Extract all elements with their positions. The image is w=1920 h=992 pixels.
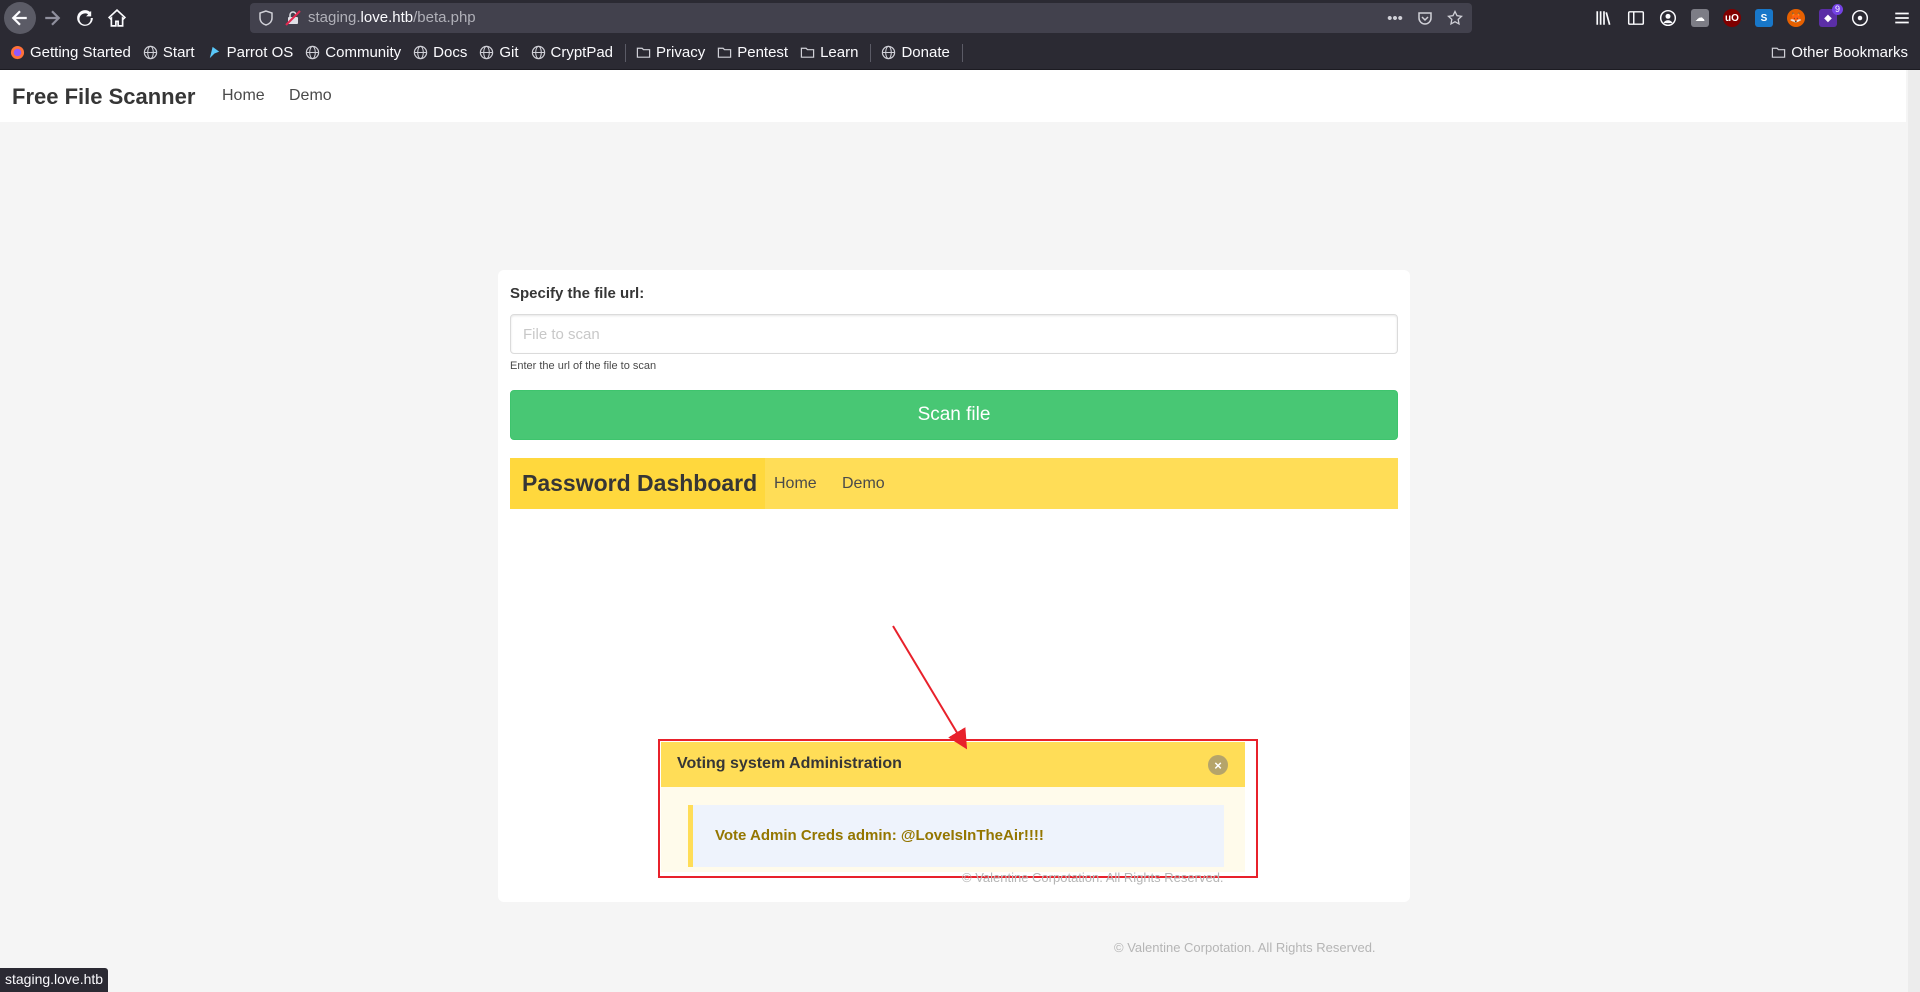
status-bar: staging.love.htb bbox=[0, 968, 109, 992]
url-domain: love.htb bbox=[360, 9, 414, 26]
extension-fox-icon[interactable]: 🦊 bbox=[1784, 6, 1808, 30]
bookmark-label: Learn bbox=[820, 44, 859, 61]
reload-icon bbox=[77, 10, 93, 26]
folder-icon bbox=[717, 45, 732, 60]
bookmark-star-icon[interactable] bbox=[1446, 8, 1464, 28]
browser-toolbar: staging.love.htb/beta.php ••• ☁ uO S 🦊 ◆… bbox=[0, 0, 1920, 36]
site-navbar: Free File Scanner Home Demo bbox=[0, 70, 1906, 122]
folder-icon bbox=[1771, 45, 1786, 60]
globe-icon bbox=[305, 45, 320, 60]
bookmark-label: CryptPad bbox=[550, 44, 614, 61]
globe-icon bbox=[413, 45, 428, 60]
bookmark-start[interactable]: Start bbox=[143, 44, 195, 61]
annotation-highlight-box bbox=[658, 739, 1258, 878]
password-dashboard-brand[interactable]: Password Dashboard bbox=[510, 458, 765, 509]
extension-cloud-icon[interactable]: ☁ bbox=[1688, 6, 1712, 30]
scanner-card: Specify the file url: Enter the url of t… bbox=[498, 270, 1410, 902]
globe-icon bbox=[881, 45, 896, 60]
firefox-icon bbox=[10, 45, 25, 60]
arrow-left-icon bbox=[11, 10, 27, 26]
bookmark-donate[interactable]: Donate bbox=[881, 44, 950, 61]
bookmark-label: Donate bbox=[901, 44, 950, 61]
bookmark-community[interactable]: Community bbox=[305, 44, 401, 61]
dashboard-demo-link[interactable]: Demo bbox=[842, 475, 885, 493]
file-url-help: Enter the url of the file to scan bbox=[510, 360, 657, 372]
url-bar[interactable]: staging.love.htb/beta.php ••• bbox=[250, 3, 1472, 33]
extension-settings-icon[interactable] bbox=[1848, 6, 1872, 30]
home-icon bbox=[108, 9, 126, 27]
folder-icon bbox=[800, 45, 815, 60]
bookmark-git[interactable]: Git bbox=[479, 44, 519, 61]
bookmark-label: Docs bbox=[433, 44, 468, 61]
url-subdomain: staging. bbox=[308, 9, 361, 26]
file-url-input[interactable] bbox=[510, 314, 1398, 354]
pocket-icon[interactable] bbox=[1416, 8, 1434, 28]
library-icon[interactable] bbox=[1592, 6, 1616, 30]
bookmark-separator bbox=[625, 43, 627, 62]
scan-file-button[interactable]: Scan file bbox=[510, 390, 1398, 440]
bookmark-label: Parrot OS bbox=[226, 44, 294, 61]
shield-icon[interactable] bbox=[258, 10, 274, 26]
url-text[interactable]: staging.love.htb/beta.php bbox=[308, 9, 476, 26]
globe-icon bbox=[531, 45, 546, 60]
bookmark-cryptpad[interactable]: CryptPad bbox=[531, 44, 614, 61]
bookmark-label: Getting Started bbox=[30, 44, 131, 61]
other-bookmarks[interactable]: Other Bookmarks bbox=[1771, 44, 1908, 61]
dashboard-home-link[interactable]: Home bbox=[774, 475, 817, 493]
page-footer-copyright: © Valentine Corpotation. All Rights Rese… bbox=[1114, 940, 1376, 955]
bookmark-label: Git bbox=[499, 44, 519, 61]
other-bookmarks-label: Other Bookmarks bbox=[1791, 44, 1908, 61]
extension-badge-icon[interactable]: ◆ 9 bbox=[1816, 4, 1843, 30]
extension-badge: 9 bbox=[1831, 4, 1843, 15]
password-dashboard-title: Password Dashboard bbox=[522, 470, 758, 496]
sidebar-icon[interactable] bbox=[1624, 6, 1648, 30]
reload-button[interactable] bbox=[69, 2, 101, 34]
extension-s-icon[interactable]: S bbox=[1752, 6, 1776, 30]
bookmark-parrot-os[interactable]: Parrot OS bbox=[207, 44, 294, 61]
folder-icon bbox=[636, 45, 651, 60]
nav-demo-link[interactable]: Demo bbox=[289, 87, 332, 105]
bookmark-docs[interactable]: Docs bbox=[413, 44, 467, 61]
page-content: Free File Scanner Home Demo Specify the … bbox=[0, 70, 1920, 992]
globe-icon bbox=[479, 45, 494, 60]
password-dashboard-navbar: Password Dashboard Home Demo bbox=[510, 458, 1398, 509]
bookmark-separator bbox=[870, 43, 872, 62]
hamburger-menu-icon[interactable] bbox=[1890, 6, 1914, 30]
bookmark-folder-learn[interactable]: Learn bbox=[800, 44, 858, 61]
bookmark-label: Start bbox=[162, 44, 195, 61]
site-brand[interactable]: Free File Scanner bbox=[12, 84, 195, 110]
file-url-label: Specify the file url: bbox=[510, 285, 645, 302]
nav-home-link[interactable]: Home bbox=[222, 87, 265, 105]
bookmark-label: Community bbox=[325, 44, 402, 61]
page-actions-icon[interactable]: ••• bbox=[1386, 8, 1404, 28]
bookmark-separator bbox=[961, 43, 963, 62]
back-button[interactable] bbox=[4, 2, 36, 34]
home-button[interactable] bbox=[101, 2, 133, 34]
globe-icon bbox=[143, 45, 158, 60]
url-path: /beta.php bbox=[413, 9, 476, 26]
forward-button[interactable] bbox=[36, 2, 68, 34]
parrot-icon bbox=[207, 45, 222, 60]
bookmark-label: Privacy bbox=[656, 44, 706, 61]
account-icon[interactable] bbox=[1656, 6, 1680, 30]
arrow-right-icon bbox=[45, 10, 61, 26]
insecure-lock-icon[interactable] bbox=[285, 10, 301, 26]
card-footer-copyright: © Valentine Corpotation. All Rights Rese… bbox=[962, 870, 1224, 885]
bookmark-label: Pentest bbox=[737, 44, 789, 61]
ublock-origin-icon[interactable]: uO bbox=[1720, 6, 1744, 30]
bookmark-getting-started[interactable]: Getting Started bbox=[10, 44, 131, 61]
bookmark-folder-pentest[interactable]: Pentest bbox=[717, 44, 788, 61]
bookmarks-bar: Getting Started Start Parrot OS Communit… bbox=[0, 36, 1920, 70]
bookmark-folder-privacy[interactable]: Privacy bbox=[636, 44, 705, 61]
page-scrollbar[interactable] bbox=[1908, 70, 1920, 992]
